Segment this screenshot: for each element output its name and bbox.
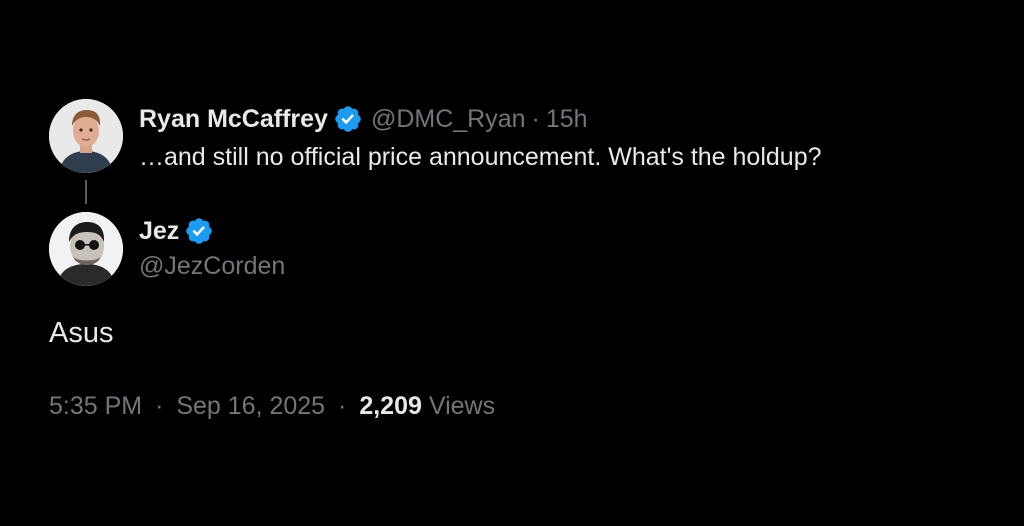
separator-dot: · xyxy=(338,392,347,420)
separator-dot: · xyxy=(531,104,540,133)
main-author-handle[interactable]: @JezCorden xyxy=(139,252,285,281)
reply-author-avatar[interactable] xyxy=(49,99,123,173)
main-author-name[interactable]: Jez xyxy=(139,217,179,246)
verified-badge-icon xyxy=(186,218,213,244)
tweet-time[interactable]: 5:35 PM xyxy=(49,392,142,420)
views-label: Views xyxy=(428,392,496,420)
reply-author-name[interactable]: Ryan McCaffrey xyxy=(139,105,328,134)
separator-dot: · xyxy=(155,392,164,420)
main-tweet-text: Asus xyxy=(49,317,114,349)
views-count[interactable]: 2,209 xyxy=(359,392,422,420)
reply-author-handle[interactable]: @DMC_Ryan xyxy=(371,105,526,134)
tweet-date[interactable]: Sep 16, 2025 xyxy=(176,392,325,420)
avatar-man-sunglasses-portrait-icon xyxy=(49,212,123,286)
reply-tweet-text: …and still no official price announcemen… xyxy=(139,143,822,171)
thread-connector-line xyxy=(85,180,87,204)
tweet-meta-row: 5:35 PM · Sep 16, 2025 · 2,209 Views xyxy=(49,392,495,421)
reply-tweet-header: Ryan McCaffrey @DMC_Ryan · 15h xyxy=(139,102,588,136)
main-tweet-header: Jez xyxy=(139,214,214,248)
main-author-avatar[interactable] xyxy=(49,212,123,286)
avatar-man-portrait-icon xyxy=(49,99,123,173)
verified-badge-icon xyxy=(335,106,361,132)
reply-timestamp[interactable]: 15h xyxy=(546,105,588,134)
